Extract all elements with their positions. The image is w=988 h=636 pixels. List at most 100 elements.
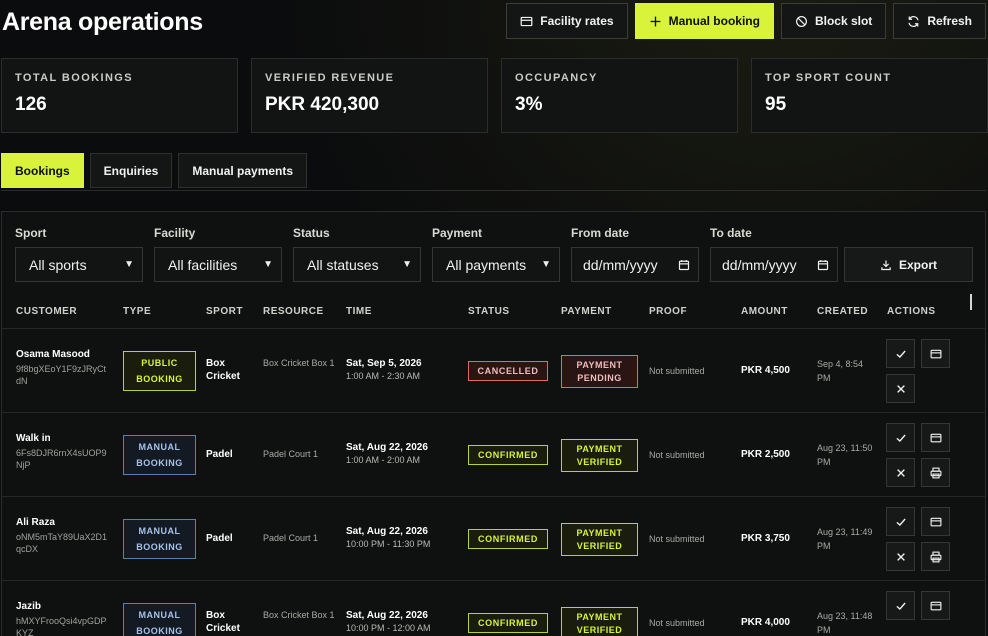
header-status[interactable]: STATUS bbox=[468, 306, 510, 317]
facility-rates-button[interactable]: Facility rates bbox=[506, 3, 628, 39]
header-amount[interactable]: AMOUNT bbox=[741, 306, 788, 317]
type-badge: MANUAL BOOKING bbox=[123, 603, 196, 636]
tab-bookings[interactable]: Bookings bbox=[1, 153, 84, 188]
refresh-icon bbox=[908, 15, 919, 27]
booking-time-range: 10:00 PM - 11:30 PM bbox=[346, 539, 431, 549]
cancel-button[interactable] bbox=[886, 374, 915, 403]
status-badge: CONFIRMED bbox=[468, 613, 548, 633]
calendar-icon bbox=[817, 259, 829, 270]
filter-facility: Facility All facilities ▼ bbox=[154, 226, 282, 282]
cancel-button[interactable] bbox=[886, 542, 915, 571]
ban-icon bbox=[795, 15, 807, 27]
cancel-button[interactable] bbox=[886, 458, 915, 487]
confirm-button[interactable] bbox=[886, 339, 915, 368]
facility-select[interactable]: All facilities ▼ bbox=[154, 247, 282, 282]
export-button[interactable]: Export bbox=[844, 247, 973, 282]
confirm-button[interactable] bbox=[886, 507, 915, 536]
filter-payment: Payment All payments ▼ bbox=[432, 226, 560, 282]
created-date: Sep 4, 8:54 PM bbox=[817, 359, 864, 383]
tabs-divider bbox=[1, 190, 986, 191]
customer-cell: Osama Masood 9f8bgXEoY1F9zJRyCtdN bbox=[16, 349, 108, 387]
table-row: Walk in 6Fs8DJR6rnX4sUOP9NjP MANUAL BOOK… bbox=[2, 412, 985, 496]
header-customer[interactable]: CUSTOMER bbox=[16, 306, 77, 317]
table-row: Jazib hMXYFrooQsi4vpGDPKYZ MANUAL BOOKIN… bbox=[2, 580, 985, 636]
from-date-input[interactable]: dd/mm/yyyy bbox=[571, 247, 699, 282]
booking-date: Sat, Sep 5, 2026 bbox=[346, 358, 422, 369]
resource-name: Box Cricket Box 1 bbox=[263, 358, 335, 368]
stat-card-total-bookings: TOTAL BOOKINGS 126 bbox=[1, 58, 238, 133]
check-icon bbox=[895, 518, 906, 526]
stat-value: 3% bbox=[515, 94, 543, 115]
refresh-label: Refresh bbox=[927, 14, 972, 28]
stat-label: VERIFIED REVENUE bbox=[265, 72, 395, 84]
header-resource[interactable]: RESOURCE bbox=[263, 306, 324, 317]
time-cell: Sat, Aug 22, 2026 1:00 AM - 2:00 AM bbox=[346, 442, 428, 465]
resource-name: Box Cricket Box 1 bbox=[263, 610, 335, 620]
customer-id: 6Fs8DJR6rnX4sUOP9NjP bbox=[16, 448, 107, 470]
header-time[interactable]: TIME bbox=[346, 306, 372, 317]
header-proof[interactable]: PROOF bbox=[649, 306, 687, 317]
printer-icon bbox=[930, 467, 941, 478]
block-slot-button[interactable]: Block slot bbox=[780, 3, 887, 39]
filter-to-date: To date dd/mm/yyyy bbox=[710, 226, 838, 282]
booking-time-range: 1:00 AM - 2:30 AM bbox=[346, 371, 421, 381]
created-date: Aug 23, 11:48 PM bbox=[817, 611, 873, 635]
payment-details-button[interactable] bbox=[921, 507, 950, 536]
check-icon bbox=[895, 434, 906, 442]
select-value: All payments bbox=[446, 256, 527, 273]
stats-row: TOTAL BOOKINGS 126 VERIFIED REVENUE PKR … bbox=[1, 58, 988, 133]
customer-id: hMXYFrooQsi4vpGDPKYZ bbox=[16, 616, 107, 636]
proof-status: Not submitted bbox=[649, 534, 705, 544]
confirm-button[interactable] bbox=[886, 591, 915, 620]
to-date-input[interactable]: dd/mm/yyyy bbox=[710, 247, 838, 282]
header-sport[interactable]: SPORT bbox=[206, 306, 243, 317]
created-date: Aug 23, 11:50 PM bbox=[817, 443, 873, 467]
filter-sport: Sport All sports ▼ bbox=[15, 226, 143, 282]
header-type[interactable]: TYPE bbox=[123, 306, 151, 317]
status-select[interactable]: All statuses ▼ bbox=[293, 247, 421, 282]
customer-cell: Walk in 6Fs8DJR6rnX4sUOP9NjP bbox=[16, 433, 108, 471]
booking-date: Sat, Aug 22, 2026 bbox=[346, 442, 428, 453]
stat-label: TOTAL BOOKINGS bbox=[15, 72, 133, 84]
filter-label: Payment bbox=[432, 226, 483, 240]
header-payment[interactable]: PAYMENT bbox=[561, 306, 612, 317]
amount-value: PKR 4,500 bbox=[741, 365, 790, 376]
stat-value: 95 bbox=[765, 94, 787, 115]
payment-details-button[interactable] bbox=[921, 423, 950, 452]
card-icon bbox=[520, 16, 533, 26]
chevron-down-icon: ▼ bbox=[124, 259, 134, 270]
payment-details-button[interactable] bbox=[921, 339, 950, 368]
proof-status: Not submitted bbox=[649, 450, 705, 460]
payment-details-button[interactable] bbox=[921, 591, 950, 620]
customer-cell: Jazib hMXYFrooQsi4vpGDPKYZ bbox=[16, 601, 108, 636]
refresh-button[interactable]: Refresh bbox=[893, 3, 986, 39]
print-button[interactable] bbox=[921, 458, 950, 487]
time-cell: Sat, Aug 22, 2026 10:00 PM - 11:30 PM bbox=[346, 526, 430, 549]
filter-from-date: From date dd/mm/yyyy bbox=[571, 226, 699, 282]
table-row: Osama Masood 9f8bgXEoY1F9zJRyCtdN PUBLIC… bbox=[2, 328, 985, 412]
tab-manual-payments[interactable]: Manual payments bbox=[178, 153, 308, 188]
top-actions: Facility rates Manual booking Block slot… bbox=[506, 3, 986, 39]
header-actions: ACTIONS bbox=[887, 306, 936, 317]
plus-icon bbox=[650, 16, 660, 26]
sport-select[interactable]: All sports ▼ bbox=[15, 247, 143, 282]
customer-cell: Ali Raza oNM5mTaY89UaX2D1qcDX bbox=[16, 517, 108, 555]
card-icon bbox=[930, 517, 941, 526]
facility-rates-label: Facility rates bbox=[540, 14, 614, 28]
confirm-button[interactable] bbox=[886, 423, 915, 452]
close-icon bbox=[896, 552, 905, 561]
sport-name: Padel bbox=[206, 533, 233, 544]
print-button[interactable] bbox=[921, 542, 950, 571]
payment-badge: PAYMENT VERIFIED bbox=[561, 607, 638, 636]
booking-time-range: 10:00 PM - 12:00 AM bbox=[346, 623, 431, 633]
status-badge: CONFIRMED bbox=[468, 529, 548, 549]
stat-card-occupancy: OCCUPANCY 3% bbox=[501, 58, 738, 133]
header-created[interactable]: CREATED bbox=[817, 306, 868, 317]
booking-date: Sat, Aug 22, 2026 bbox=[346, 610, 428, 621]
export-label: Export bbox=[898, 257, 937, 272]
chevron-down-icon: ▼ bbox=[541, 259, 551, 270]
payment-select[interactable]: All payments ▼ bbox=[432, 247, 560, 282]
tab-enquiries[interactable]: Enquiries bbox=[89, 153, 173, 188]
payment-badge: PAYMENT VERIFIED bbox=[561, 439, 638, 472]
manual-booking-button[interactable]: Manual booking bbox=[634, 3, 774, 39]
